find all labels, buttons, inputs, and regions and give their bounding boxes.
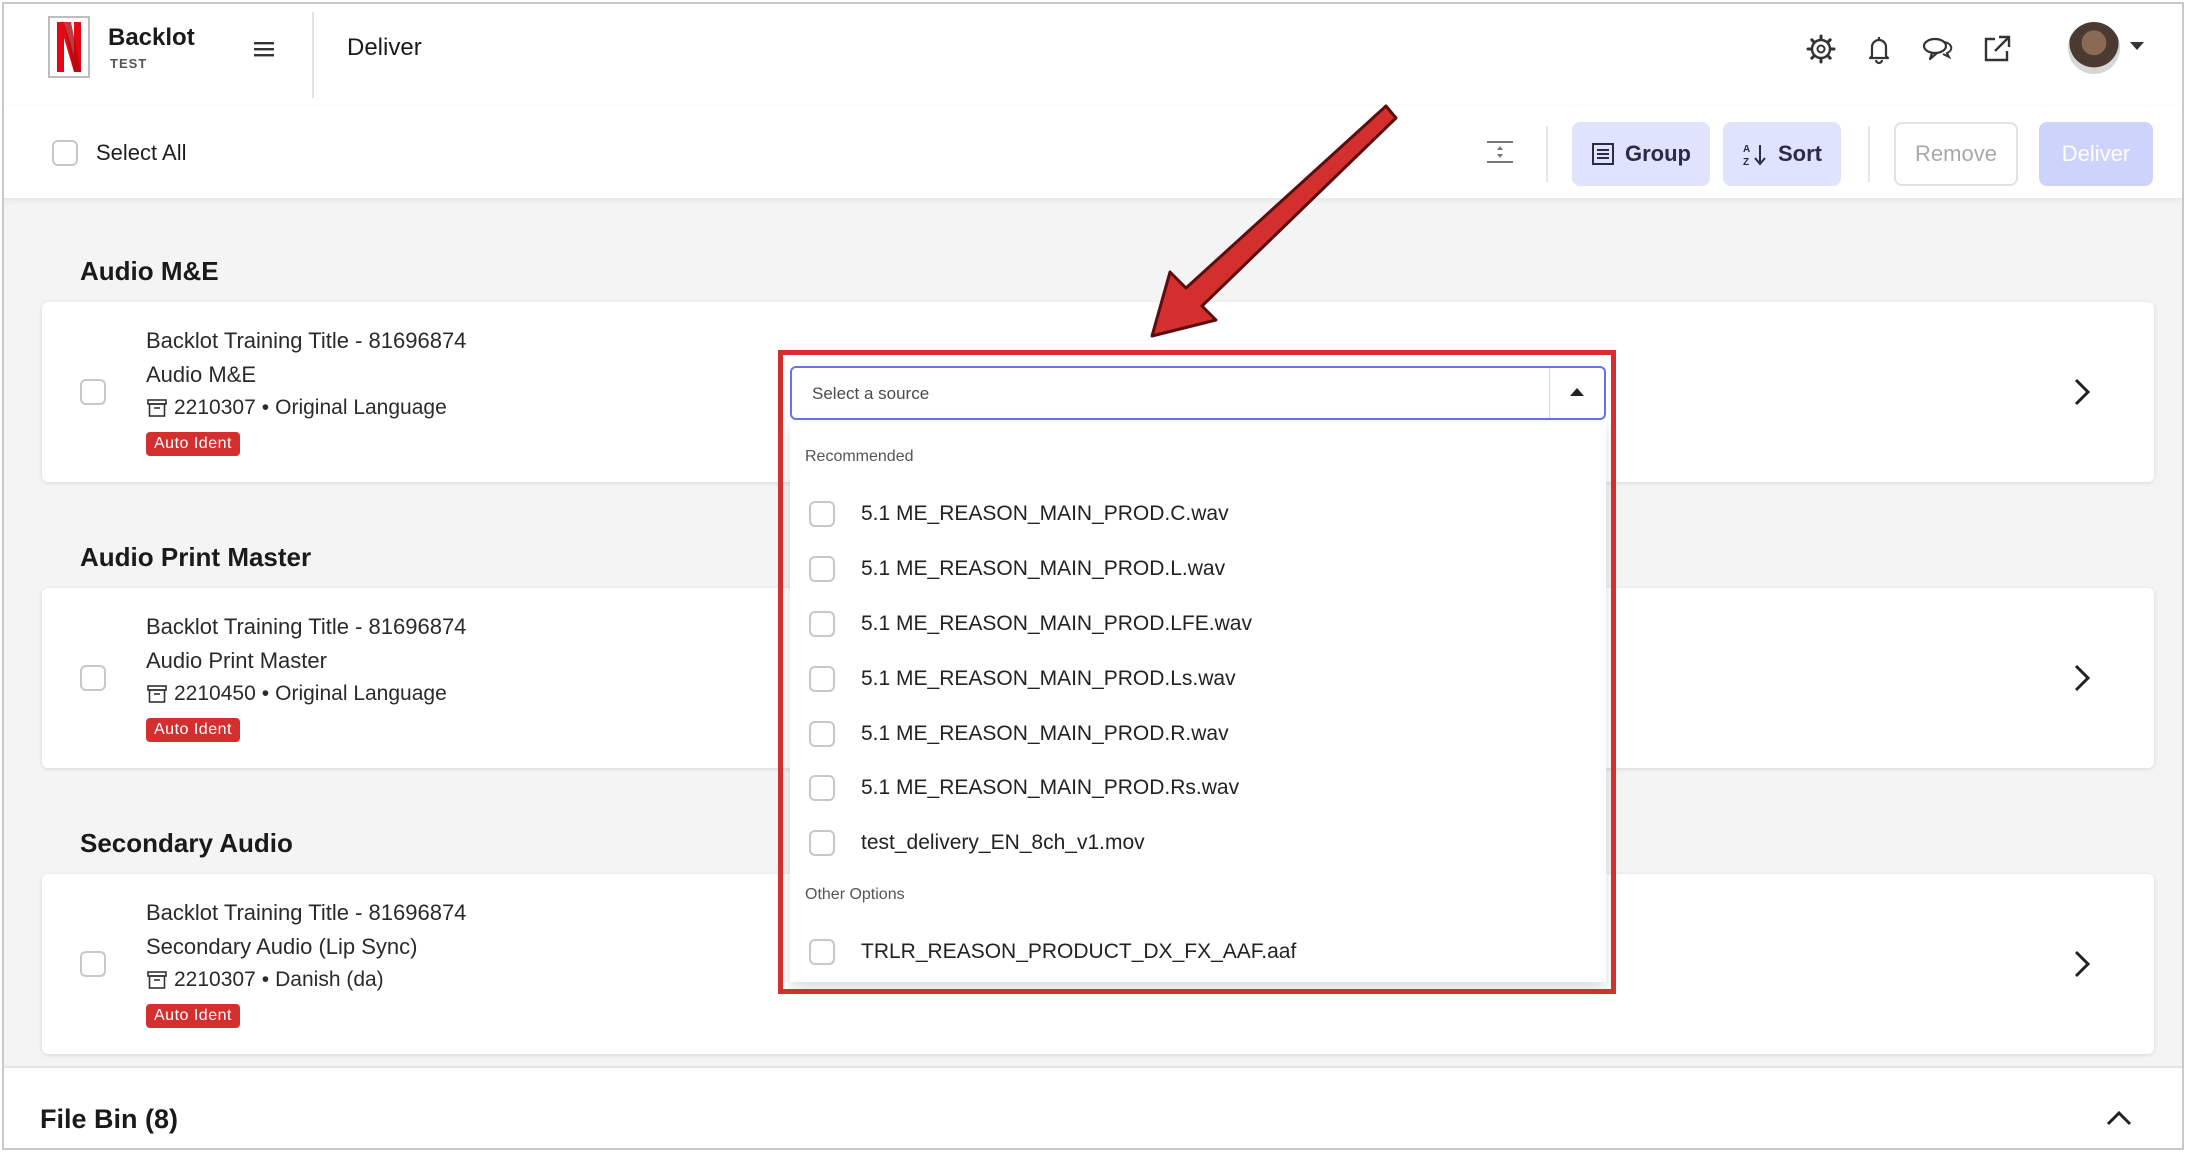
header-divider <box>312 12 314 98</box>
list-icon <box>1592 143 1614 165</box>
file-bin-label[interactable]: File Bin (8) <box>40 1104 178 1135</box>
auto-ident-badge: Auto Ident <box>146 432 240 456</box>
deliver-button[interactable]: Deliver <box>2039 122 2153 186</box>
card-checkbox[interactable] <box>80 665 106 691</box>
svg-text:Z: Z <box>1743 157 1749 167</box>
sort-button[interactable]: A Z Sort <box>1723 122 1841 186</box>
option-checkbox[interactable] <box>809 556 835 582</box>
meta-separator: • <box>261 396 270 419</box>
source-option[interactable]: 5.1 ME_REASON_MAIN_PROD.L.wav <box>790 543 1606 595</box>
archive-icon <box>147 685 167 703</box>
caret-up-icon[interactable] <box>1549 368 1604 418</box>
option-checkbox[interactable] <box>809 830 835 856</box>
option-label: test_delivery_EN_8ch_v1.mov <box>861 831 1145 854</box>
card-title: Backlot Training Title - 81696874 <box>146 328 467 353</box>
card-meta: 2210307 • Original Language <box>146 396 447 420</box>
chevron-right-icon[interactable] <box>2070 944 2094 984</box>
chat-icon[interactable] <box>1918 30 1956 68</box>
source-option[interactable]: 5.1 ME_REASON_MAIN_PROD.C.wav <box>790 488 1606 540</box>
asset-id: 2210450 <box>174 682 256 705</box>
option-checkbox[interactable] <box>809 721 835 747</box>
source-option[interactable]: 5.1 ME_REASON_MAIN_PROD.Ls.wav <box>790 653 1606 705</box>
option-checkbox[interactable] <box>809 611 835 637</box>
card-meta: 2210450 • Original Language <box>146 682 447 706</box>
hamburger-menu-icon[interactable] <box>250 36 278 62</box>
card-subtitle: Audio M&E <box>146 362 257 387</box>
auto-ident-badge: Auto Ident <box>146 718 240 742</box>
source-option[interactable]: 5.1 ME_REASON_MAIN_PROD.Rs.wav <box>790 762 1606 814</box>
meta-separator: • <box>261 682 270 705</box>
group-button-label: Group <box>1625 141 1691 166</box>
chevron-up-icon[interactable] <box>2104 1108 2134 1128</box>
card-meta: 2210307 • Danish (da) <box>146 968 384 992</box>
toolbar-divider <box>1546 126 1548 182</box>
source-select[interactable]: Select a source <box>790 366 1606 420</box>
remove-button[interactable]: Remove <box>1894 122 2018 186</box>
gear-icon[interactable] <box>1802 30 1840 68</box>
user-avatar[interactable] <box>2068 22 2120 74</box>
app-name: Backlot <box>108 24 195 51</box>
select-all-checkbox[interactable] <box>52 140 78 166</box>
card-checkbox[interactable] <box>80 951 106 977</box>
archive-icon <box>147 971 167 989</box>
svg-text:A: A <box>1743 144 1750 155</box>
option-label: 5.1 ME_REASON_MAIN_PROD.Ls.wav <box>861 667 1236 690</box>
option-group-label: Recommended <box>805 448 914 465</box>
select-all-label[interactable]: Select All <box>96 140 187 166</box>
chevron-right-icon[interactable] <box>2070 658 2094 698</box>
option-checkbox[interactable] <box>809 666 835 692</box>
annotation-arrow-icon <box>1150 104 1398 338</box>
asset-id: 2210307 <box>174 396 256 419</box>
language-label: Danish (da) <box>275 968 384 991</box>
app-env-label: TEST <box>110 56 148 71</box>
option-label: TRLR_REASON_PRODUCT_DX_FX_AAF.aaf <box>861 940 1297 963</box>
file-bin-panel: File Bin (8) <box>4 1066 2182 1148</box>
auto-ident-badge: Auto Ident <box>146 1004 240 1028</box>
card-title: Backlot Training Title - 81696874 <box>146 614 467 639</box>
option-label: 5.1 ME_REASON_MAIN_PROD.Rs.wav <box>861 776 1240 799</box>
section-title: Audio M&E <box>80 256 219 286</box>
asset-id: 2210307 <box>174 968 256 991</box>
source-dropdown: Select a source Recommended 5.1 ME_REASO… <box>788 360 1606 982</box>
netflix-logo[interactable] <box>48 16 90 78</box>
source-option[interactable]: test_delivery_EN_8ch_v1.mov <box>790 817 1606 869</box>
option-label: 5.1 ME_REASON_MAIN_PROD.LFE.wav <box>861 612 1252 635</box>
app-window: Backlot TEST Deliver Select All Group A … <box>2 2 2184 1150</box>
language-label: Original Language <box>275 682 447 705</box>
option-label: 5.1 ME_REASON_MAIN_PROD.L.wav <box>861 557 1226 580</box>
source-select-placeholder: Select a source <box>812 384 930 403</box>
option-checkbox[interactable] <box>809 775 835 801</box>
sort-az-icon: A Z <box>1743 144 1766 167</box>
action-toolbar: Select All Group A Z Sort Remove Deliver <box>4 106 2182 199</box>
section-title: Audio Print Master <box>80 542 312 572</box>
card-subtitle: Audio Print Master <box>146 648 327 673</box>
card-checkbox[interactable] <box>80 379 106 405</box>
option-label: 5.1 ME_REASON_MAIN_PROD.C.wav <box>861 502 1229 525</box>
option-label: 5.1 ME_REASON_MAIN_PROD.R.wav <box>861 722 1229 745</box>
row-density-icon[interactable] <box>1484 136 1516 168</box>
card-title: Backlot Training Title - 81696874 <box>146 900 467 925</box>
language-label: Original Language <box>275 396 447 419</box>
caret-down-icon[interactable] <box>2130 42 2144 50</box>
section-title: Secondary Audio <box>80 828 293 858</box>
source-option[interactable]: 5.1 ME_REASON_MAIN_PROD.LFE.wav <box>790 598 1606 650</box>
bell-icon[interactable] <box>1860 30 1898 68</box>
option-checkbox[interactable] <box>809 501 835 527</box>
sort-button-label: Sort <box>1778 141 1822 166</box>
chevron-right-icon[interactable] <box>2070 372 2094 412</box>
source-option[interactable]: 5.1 ME_REASON_MAIN_PROD.R.wav <box>790 708 1606 760</box>
group-button[interactable]: Group <box>1572 122 1710 186</box>
archive-icon <box>147 399 167 417</box>
source-option[interactable]: TRLR_REASON_PRODUCT_DX_FX_AAF.aaf <box>790 926 1606 978</box>
page-title: Deliver <box>347 34 422 61</box>
toolbar-divider <box>1868 126 1870 182</box>
top-bar: Backlot TEST Deliver <box>4 4 2182 108</box>
option-checkbox[interactable] <box>809 939 835 965</box>
meta-separator: • <box>261 968 270 991</box>
external-link-icon[interactable] <box>1978 30 2016 68</box>
source-options-menu: Recommended 5.1 ME_REASON_MAIN_PROD.C.wa… <box>790 422 1606 982</box>
option-group-label: Other Options <box>805 886 905 903</box>
card-subtitle: Secondary Audio (Lip Sync) <box>146 934 418 959</box>
